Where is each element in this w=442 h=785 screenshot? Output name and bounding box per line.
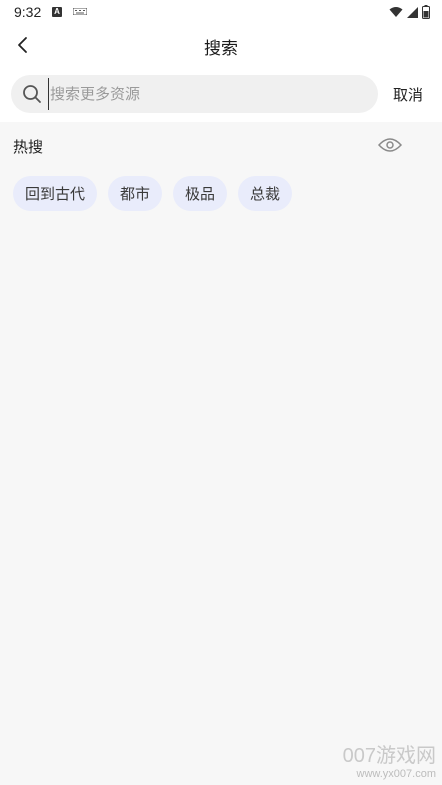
hot-tags: 回到古代 都市 极品 总裁	[13, 176, 293, 211]
eye-icon	[378, 138, 402, 152]
cancel-button[interactable]: 取消	[393, 84, 423, 105]
search-input[interactable]	[48, 78, 352, 110]
keyboard-icon	[73, 8, 87, 15]
app-notification-icon: A	[52, 7, 62, 17]
page-title: 搜索	[204, 39, 238, 59]
hot-tag[interactable]: 都市	[108, 176, 163, 211]
search-icon	[22, 84, 42, 104]
status-indicators	[389, 4, 430, 20]
header: 搜索	[0, 24, 442, 66]
watermark-logo: 007游戏网	[342, 745, 436, 767]
hot-tag[interactable]: 极品	[173, 176, 228, 211]
hot-tag[interactable]: 回到古代	[13, 176, 98, 211]
status-time: 9:32	[14, 4, 42, 20]
watermark: 007游戏网 www.yx007.com	[343, 739, 436, 780]
hot-tag[interactable]: 总裁	[238, 176, 293, 211]
battery-icon	[422, 5, 430, 19]
search-row: 取消	[0, 66, 442, 122]
hot-search-title: 热搜	[13, 138, 44, 156]
toggle-visibility-button[interactable]	[378, 134, 402, 156]
watermark-url: www.yx007.com	[356, 768, 436, 780]
search-box[interactable]	[11, 75, 378, 113]
signal-icon	[407, 6, 418, 18]
status-bar: 9:32 A	[0, 0, 442, 24]
wifi-icon	[389, 7, 403, 17]
